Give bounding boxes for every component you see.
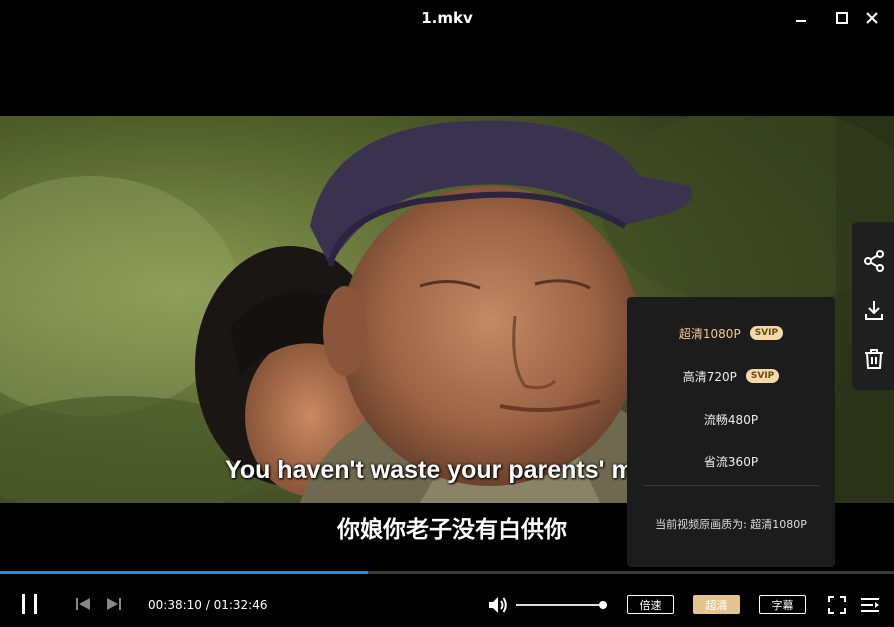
next-button[interactable]	[106, 597, 122, 611]
quality-option-label: 高清720P	[682, 369, 737, 384]
previous-button[interactable]	[75, 597, 91, 611]
close-button[interactable]	[862, 8, 882, 28]
volume-slider[interactable]	[516, 601, 607, 609]
close-icon	[866, 12, 878, 24]
quality-option-360p[interactable]: 省流360P	[627, 446, 835, 476]
maximize-button[interactable]	[832, 8, 852, 28]
quality-option-label: 省流360P	[703, 454, 759, 469]
volume-button[interactable]	[487, 595, 509, 615]
current-quality-note: 当前视频原画质为: 超清1080P	[655, 518, 807, 531]
subtitle-button[interactable]: 字幕	[759, 595, 806, 614]
window-title: 1.mkv	[421, 9, 473, 27]
quality-option-label: 流畅480P	[703, 412, 759, 427]
share-button[interactable]	[862, 249, 886, 273]
quality-option-480p[interactable]: 流畅480P	[627, 404, 835, 434]
side-toolbar	[852, 222, 894, 390]
download-button[interactable]	[862, 298, 886, 322]
download-icon	[865, 301, 883, 320]
title-bar: 1.mkv	[0, 0, 894, 36]
delete-button[interactable]	[862, 347, 886, 371]
subtitle-chinese-text: 你娘你老子没有白供你	[337, 517, 567, 543]
time-display: 00:38:10 / 01:32:46	[148, 598, 268, 612]
minimize-icon	[796, 20, 806, 22]
share-icon	[864, 250, 884, 272]
playlist-icon	[861, 598, 879, 612]
quality-menu: 超清1080P SVIP 高清720P SVIP 流畅480P 省流360P 当…	[627, 297, 835, 567]
quality-option-1080p[interactable]: 超清1080P SVIP	[627, 318, 835, 348]
speed-button[interactable]: 倍速	[627, 595, 674, 614]
quality-button[interactable]: 超清	[693, 595, 740, 614]
pause-icon	[22, 594, 37, 614]
seek-bar-played	[0, 571, 369, 574]
minimize-button[interactable]	[791, 8, 811, 28]
control-bar: 00:38:10 / 01:32:46 倍速 超清 字幕	[0, 578, 894, 627]
quality-menu-divider	[643, 485, 819, 486]
quality-option-720p[interactable]: 高清720P SVIP	[627, 361, 835, 391]
fullscreen-icon	[828, 596, 846, 614]
maximize-icon	[836, 12, 848, 24]
svip-badge: SVIP	[749, 326, 784, 340]
volume-icon	[489, 597, 507, 613]
skip-next-icon	[107, 598, 121, 610]
pause-button[interactable]	[18, 592, 42, 616]
quality-option-label: 超清1080P	[678, 326, 741, 341]
playlist-button[interactable]	[860, 596, 880, 614]
fullscreen-button[interactable]	[828, 596, 846, 614]
trash-icon	[865, 349, 883, 369]
volume-slider-handle[interactable]	[599, 601, 607, 609]
svip-badge: SVIP	[745, 369, 780, 383]
skip-previous-icon	[76, 598, 90, 610]
seek-bar[interactable]	[0, 571, 894, 574]
